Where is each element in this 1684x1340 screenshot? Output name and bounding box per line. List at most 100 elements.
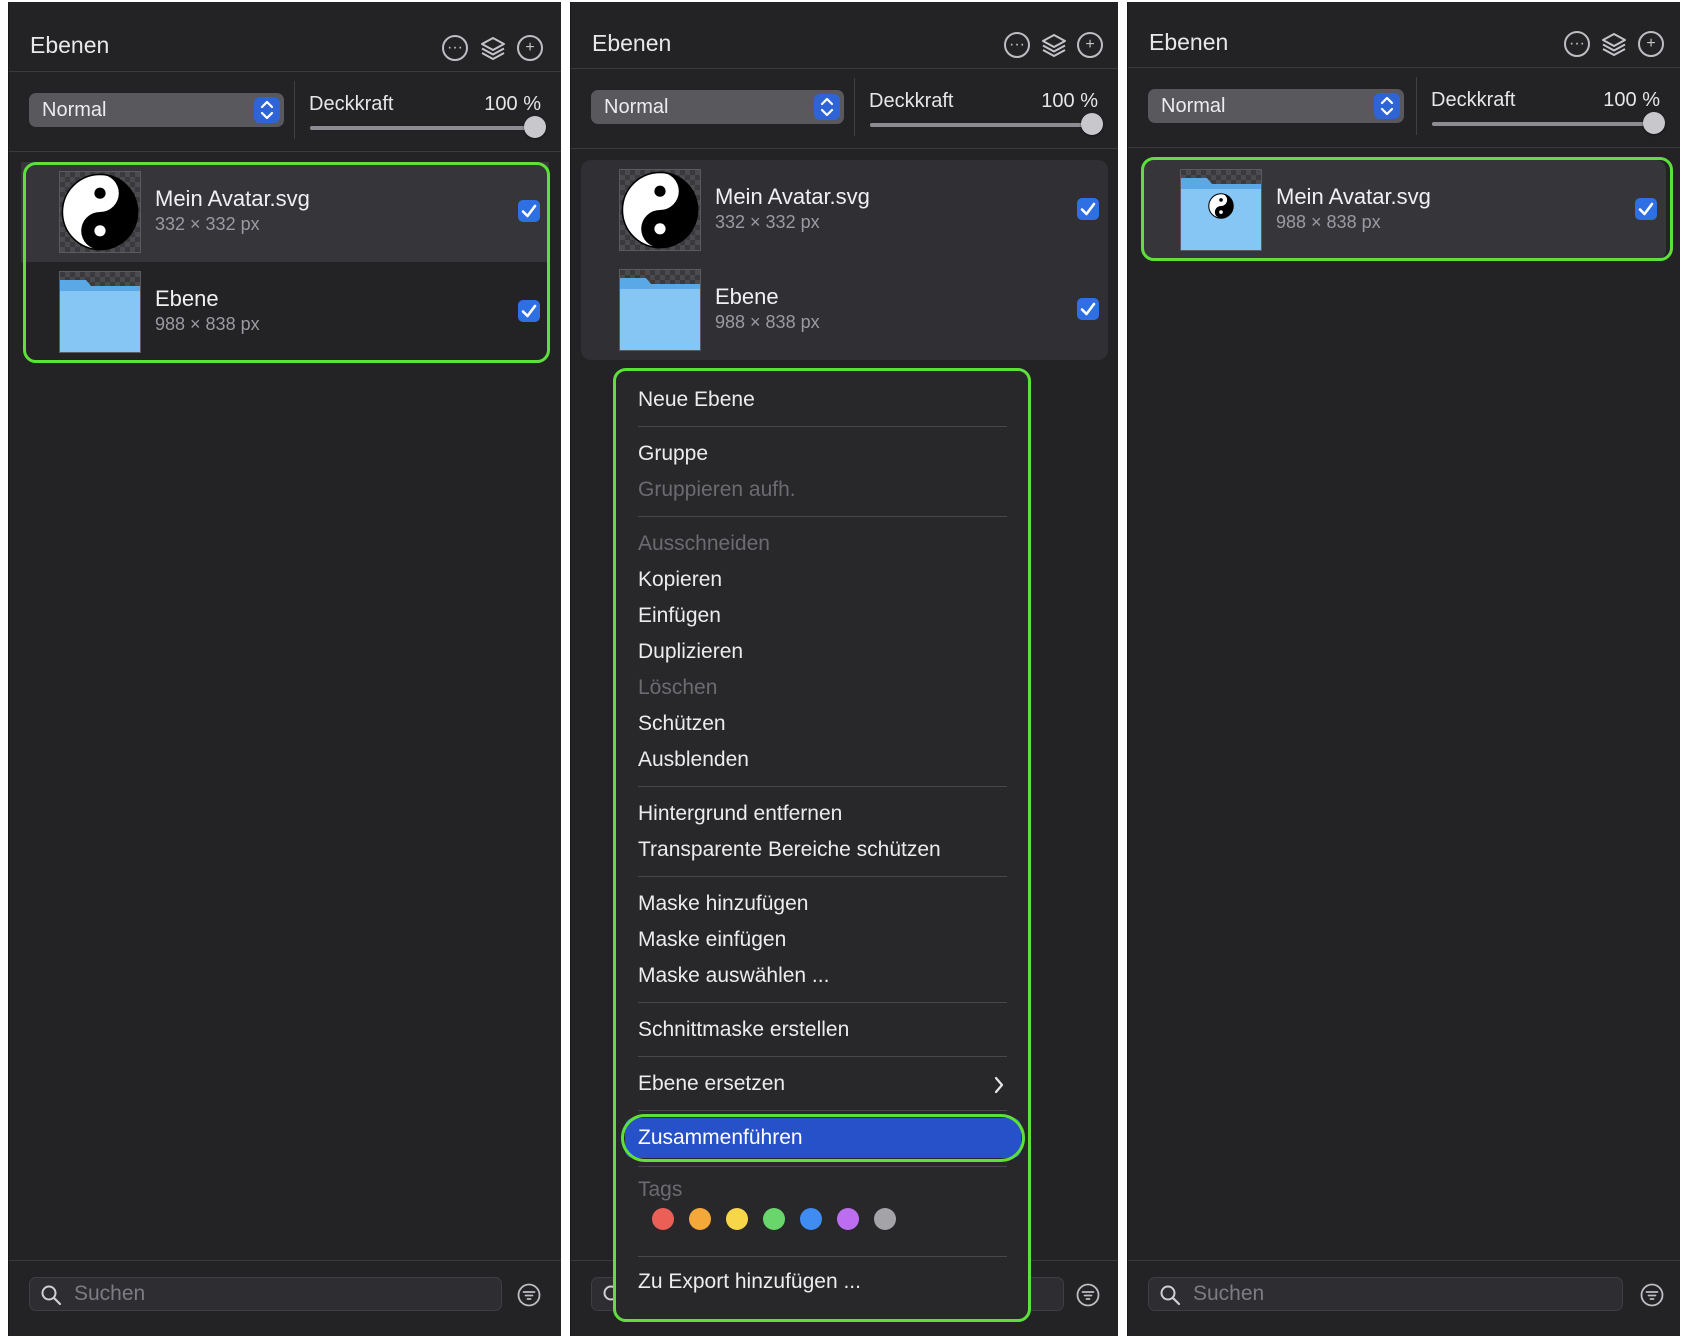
panel-header: Ebenen ··· + [1128, 2, 1680, 68]
chevron-updown-icon [814, 94, 840, 120]
menu-item-new-layer[interactable]: Neue Ebene [638, 388, 755, 412]
menu-item-clipping-mask[interactable]: Schnittmaske erstellen [638, 1018, 849, 1042]
search-icon [40, 1284, 62, 1311]
tag-color-dot[interactable] [652, 1208, 674, 1230]
menu-item-group[interactable]: Gruppe [638, 442, 708, 466]
more-options-icon[interactable]: ··· [442, 35, 468, 61]
menu-item-merge[interactable]: Zusammenführen [638, 1126, 803, 1150]
layer-size: 988 × 838 px [1276, 212, 1381, 232]
menu-item-protect-transparent[interactable]: Transparente Bereiche schützen [638, 838, 941, 862]
menu-separator [638, 1056, 1007, 1057]
menu-item-select-mask[interactable]: Maske auswählen ... [638, 964, 829, 988]
visibility-checkbox[interactable] [1635, 198, 1657, 220]
panel-title: Ebenen [30, 32, 110, 58]
opacity-label: Deckkraft [309, 93, 394, 115]
menu-item-remove-background[interactable]: Hintergrund entfernen [638, 802, 842, 826]
visibility-checkbox[interactable] [1077, 198, 1099, 220]
visibility-checkbox[interactable] [518, 200, 540, 222]
divider [294, 81, 295, 139]
visibility-checkbox[interactable] [518, 300, 540, 322]
add-layer-icon[interactable]: + [1638, 31, 1664, 57]
menu-item-protect[interactable]: Schützen [638, 712, 726, 736]
opacity-label: Deckkraft [869, 90, 954, 112]
add-layer-icon[interactable]: + [517, 35, 543, 61]
chevron-right-icon [993, 1075, 1005, 1100]
layer-list: Mein Avatar.svg 988 × 838 px [1142, 160, 1666, 260]
visibility-checkbox[interactable] [1077, 298, 1099, 320]
layers-stack-icon[interactable] [1041, 32, 1067, 58]
layer-list: Mein Avatar.svg 332 × 332 px Ebene 988 ×… [21, 162, 549, 362]
opacity-value: 100 % [1603, 89, 1660, 111]
layer-row-avatar[interactable]: Mein Avatar.svg 332 × 332 px [21, 162, 549, 262]
blend-mode-select[interactable]: Normal [591, 90, 844, 124]
tag-color-dot[interactable] [800, 1208, 822, 1230]
layer-controls: Normal Deckkraft 100 % [9, 73, 561, 152]
layer-name: Mein Avatar.svg [155, 186, 310, 211]
panel-title: Ebenen [592, 30, 672, 56]
more-options-icon[interactable]: ··· [1564, 31, 1590, 57]
opacity-slider-knob[interactable] [524, 116, 546, 138]
layer-row-avatar[interactable]: Mein Avatar.svg 332 × 332 px [581, 160, 1108, 260]
search-input[interactable] [1193, 1278, 1572, 1310]
opacity-slider[interactable] [310, 116, 546, 138]
layer-name: Mein Avatar.svg [715, 184, 870, 209]
menu-item-paste[interactable]: Einfügen [638, 604, 721, 628]
search-field[interactable] [1148, 1277, 1623, 1311]
menu-item-copy[interactable]: Kopieren [638, 568, 722, 592]
layer-size: 332 × 332 px [155, 214, 260, 234]
more-options-icon[interactable]: ··· [1004, 32, 1030, 58]
menu-separator [638, 1002, 1007, 1003]
tag-color-dot[interactable] [689, 1208, 711, 1230]
layers-stack-icon[interactable] [480, 35, 506, 61]
opacity-slider-knob[interactable] [1643, 112, 1665, 134]
opacity-slider[interactable] [1432, 112, 1665, 134]
filter-icon[interactable] [517, 1283, 541, 1307]
layer-controls: Normal Deckkraft 100 % [571, 70, 1118, 149]
opacity-slider-knob[interactable] [1081, 113, 1103, 135]
tag-color-dot[interactable] [726, 1208, 748, 1230]
opacity-value: 100 % [484, 93, 541, 115]
menu-item-add-to-export[interactable]: Zu Export hinzufügen ... [638, 1270, 861, 1294]
yin-yang-thumbnail [59, 171, 141, 253]
menu-separator [638, 516, 1007, 517]
filter-icon[interactable] [1640, 1283, 1664, 1307]
folder-thumbnail [59, 271, 141, 353]
blend-mode-value: Normal [1161, 95, 1226, 117]
add-layer-icon[interactable]: + [1077, 32, 1103, 58]
filter-icon[interactable] [1076, 1283, 1100, 1307]
panel-footer [1128, 1260, 1680, 1336]
opacity-slider-fill [870, 123, 1092, 127]
layer-row-merged[interactable]: Mein Avatar.svg 988 × 838 px [1142, 160, 1666, 260]
tag-color-dot[interactable] [874, 1208, 896, 1230]
layers-stack-icon[interactable] [1601, 31, 1627, 57]
menu-item-hide[interactable]: Ausblenden [638, 748, 749, 772]
opacity-slider-fill [1432, 122, 1654, 126]
opacity-slider[interactable] [870, 113, 1103, 135]
opacity-slider-fill [310, 126, 535, 130]
menu-item-ungroup: Gruppieren aufh. [638, 478, 796, 501]
blend-mode-select[interactable]: Normal [29, 93, 284, 127]
layer-name: Ebene [715, 284, 779, 309]
panel-header: Ebenen ··· + [571, 2, 1118, 69]
search-icon [1159, 1284, 1181, 1311]
menu-item-duplicate[interactable]: Duplizieren [638, 640, 743, 664]
layer-size: 988 × 838 px [155, 314, 260, 334]
search-field[interactable] [29, 1277, 502, 1311]
tag-color-dot[interactable] [763, 1208, 785, 1230]
context-menu: Neue Ebene Gruppe Gruppieren aufh. Aussc… [615, 370, 1029, 1320]
menu-item-replace-layer[interactable]: Ebene ersetzen [638, 1072, 785, 1096]
menu-item-add-mask[interactable]: Maske hinzufügen [638, 892, 808, 916]
blend-mode-select[interactable]: Normal [1148, 89, 1404, 123]
menu-separator [638, 876, 1007, 877]
opacity-label: Deckkraft [1431, 89, 1516, 111]
layer-size: 988 × 838 px [715, 312, 820, 332]
layer-row-ebene[interactable]: Ebene 988 × 838 px [581, 260, 1108, 360]
chevron-updown-icon [254, 97, 280, 123]
search-input[interactable] [74, 1278, 451, 1310]
layer-row-ebene[interactable]: Ebene 988 × 838 px [21, 262, 549, 362]
layers-panel-context-menu: Ebenen ··· + Normal Deckkraft 100 % Mein… [570, 2, 1118, 1336]
folder-thumbnail [619, 269, 701, 351]
tag-color-dot[interactable] [837, 1208, 859, 1230]
opacity-value: 100 % [1041, 90, 1098, 112]
menu-item-paste-mask[interactable]: Maske einfügen [638, 928, 786, 952]
